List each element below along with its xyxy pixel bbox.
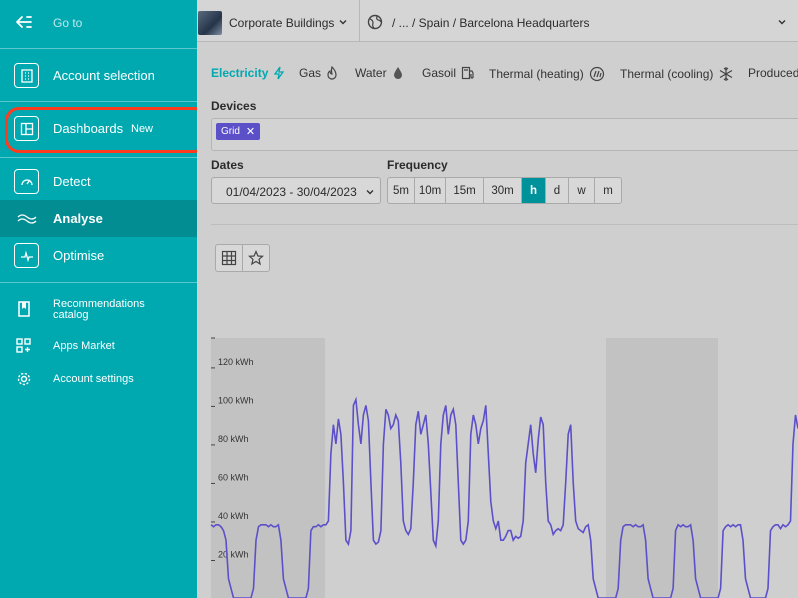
close-icon[interactable]: ✕ <box>246 126 255 137</box>
tab-produced[interactable]: Produced <box>748 66 798 80</box>
freq-15m-button[interactable]: 15m <box>446 178 484 203</box>
sidebar-item-detect[interactable]: Detect <box>0 165 197 198</box>
tab-water[interactable]: Water <box>355 66 404 80</box>
table-view-button[interactable] <box>216 245 243 271</box>
flame-icon <box>327 66 337 80</box>
go-to-label: Go to <box>53 16 83 30</box>
chevron-down-icon[interactable] <box>338 17 348 27</box>
freq-10m-button[interactable]: 10m <box>415 178 446 203</box>
tab-thermal-cooling[interactable]: Thermal (cooling) <box>620 66 734 82</box>
y-tick-label: 120 kWh <box>218 357 254 367</box>
consumption-chart: 120 kWh 100 kWh 80 kWh 60 kWh 40 kWh 20 kWh <box>210 337 798 598</box>
sidebar-item-label: Apps Market <box>53 340 115 352</box>
divider <box>0 157 197 158</box>
divider <box>359 0 360 42</box>
favorite-button[interactable] <box>243 245 269 271</box>
freq-m-button[interactable]: m <box>595 178 621 203</box>
globe-icon <box>367 14 383 30</box>
lightning-icon <box>274 66 285 80</box>
building-icon <box>14 63 39 88</box>
frequency-selector: 5m 10m 15m 30m h d w m <box>387 177 622 204</box>
heating-icon <box>589 66 604 82</box>
y-tick-label: 60 kWh <box>218 472 249 482</box>
sidebar-item-label: Optimise <box>53 248 105 263</box>
frequency-label: Frequency <box>387 158 448 172</box>
divider <box>0 48 197 49</box>
sidebar-item-label: Account settings <box>53 373 134 385</box>
chip-label: Grid <box>221 126 240 137</box>
tab-label: Thermal (cooling) <box>620 67 714 81</box>
tab-label: Gas <box>299 66 322 80</box>
fuel-pump-icon <box>461 66 474 80</box>
sidebar-item-account-settings[interactable]: Account settings <box>0 370 197 388</box>
sidebar-item-apps-market[interactable]: Apps Market <box>0 337 197 355</box>
divider <box>0 282 197 283</box>
highlight-annotation <box>5 107 208 153</box>
sidebar-item-optimise[interactable]: Optimise <box>0 239 197 272</box>
snowflake-icon <box>720 67 733 81</box>
tab-label: Water <box>355 66 387 80</box>
main-content: Corporate Buildings / ... / Spain / Barc… <box>197 0 798 598</box>
apps-grid-icon <box>15 337 33 355</box>
gauge-icon <box>14 169 39 194</box>
tab-label: Thermal (heating) <box>489 67 584 81</box>
freq-h-button[interactable]: h <box>522 178 546 203</box>
book-icon <box>15 300 33 318</box>
sidebar-item-recommendations[interactable]: Recommendations catalog <box>0 297 197 321</box>
date-range-value: 01/04/2023 - 30/04/2023 <box>226 185 357 199</box>
group-selector-label[interactable]: Corporate Buildings <box>229 16 334 30</box>
sidebar-item-label: Account selection <box>53 68 155 83</box>
tab-thermal-heating[interactable]: Thermal (heating) <box>489 66 605 82</box>
droplet-icon <box>393 67 402 79</box>
sidebar-item-label: Detect <box>53 174 91 189</box>
tab-gas[interactable]: Gas <box>299 66 338 80</box>
star-icon <box>247 250 264 266</box>
sidebar-item-account-selection[interactable]: Account selection <box>0 59 197 92</box>
pulse-icon <box>14 243 39 268</box>
date-range-picker[interactable]: 01/04/2023 - 30/04/2023 <box>211 177 381 204</box>
freq-30m-button[interactable]: 30m <box>484 178 522 203</box>
tab-gasoil[interactable]: Gasoil <box>422 66 475 80</box>
device-chip[interactable]: Grid ✕ <box>216 123 261 140</box>
y-tick-label: 40 kWh <box>218 511 249 521</box>
sidebar-item-label: Recommendations catalog <box>53 298 145 321</box>
building-thumbnail <box>198 11 222 35</box>
chevron-down-icon[interactable] <box>777 17 787 27</box>
location-bar: Corporate Buildings / ... / Spain / Barc… <box>197 0 798 42</box>
wave-chart-icon <box>14 206 39 231</box>
dates-label: Dates <box>211 158 244 172</box>
y-tick-label: 100 kWh <box>218 395 254 405</box>
freq-w-button[interactable]: w <box>569 178 595 203</box>
y-tick-label: 20 kWh <box>218 549 249 559</box>
tab-label: Gasoil <box>422 66 457 80</box>
divider <box>0 101 197 102</box>
tab-label: Produced <box>748 66 798 80</box>
table-grid-icon <box>221 250 236 266</box>
y-tick-label: 80 kWh <box>218 434 249 444</box>
sidebar: Go to Account selection Dashboards New D… <box>0 0 208 598</box>
tab-electricity[interactable]: Electricity <box>211 66 285 80</box>
freq-d-button[interactable]: d <box>546 178 569 203</box>
devices-label: Devices <box>211 99 257 113</box>
gear-icon <box>15 370 33 388</box>
back-arrow-icon <box>16 16 32 28</box>
location-path[interactable]: / ... / Spain / Barcelona Headquarters <box>392 16 589 30</box>
sidebar-item-analyse[interactable]: Analyse <box>0 200 197 237</box>
weekend-band <box>606 338 718 598</box>
devices-select[interactable]: Grid ✕ <box>211 118 798 151</box>
tab-label: Electricity <box>211 66 269 80</box>
chart-toolbar <box>215 244 270 272</box>
go-to-button[interactable]: Go to <box>0 0 197 48</box>
divider <box>211 224 798 225</box>
sidebar-item-label: Analyse <box>53 211 103 226</box>
freq-5m-button[interactable]: 5m <box>388 178 415 203</box>
chevron-down-icon <box>366 190 374 195</box>
